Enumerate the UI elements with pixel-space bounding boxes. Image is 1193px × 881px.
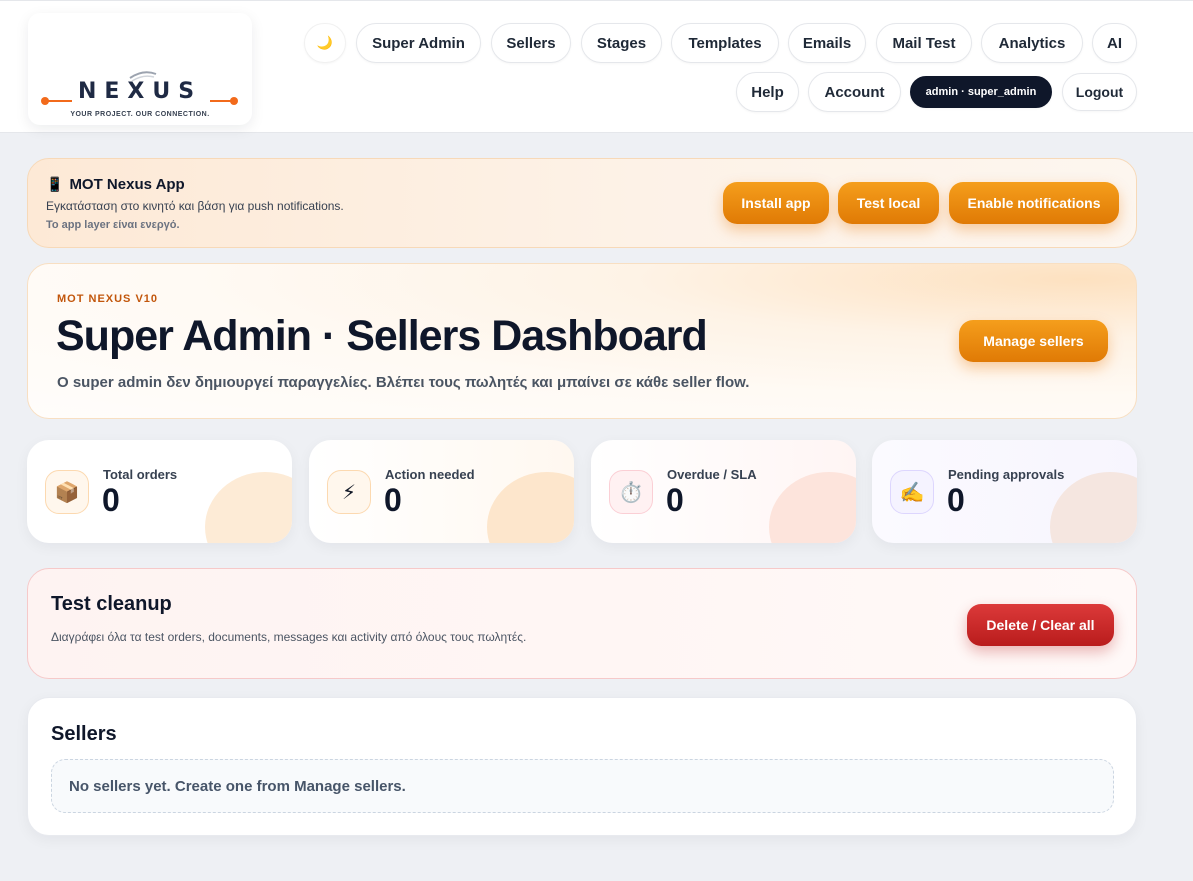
- enable-notifications-button[interactable]: Enable notifications: [949, 182, 1119, 224]
- user-badge: admin · super_admin: [910, 76, 1052, 108]
- stopwatch-icon: ⏱️: [609, 470, 653, 514]
- stat-card-total-orders: 📦 Total orders 0: [27, 440, 292, 543]
- hero-subtitle: Ο super admin δεν δημιουργεί παραγγελίες…: [57, 374, 750, 391]
- stat-decoration: [205, 472, 292, 543]
- stat-card-action-needed: ⚡ Action needed 0: [309, 440, 574, 543]
- app-banner-status: Το app layer είναι ενεργό.: [46, 219, 180, 231]
- stat-value: 0: [384, 482, 402, 518]
- stat-label: Pending approvals: [948, 467, 1065, 482]
- nav-help[interactable]: Help: [736, 72, 799, 112]
- stat-value: 0: [102, 482, 120, 518]
- page-title: Super Admin · Sellers Dashboard: [56, 312, 708, 360]
- top-header: NEXUS YOUR PROJECT. OUR CONNECTION. 🌙 Su…: [0, 0, 1193, 132]
- nav-mail-test[interactable]: Mail Test: [876, 23, 972, 63]
- stat-label: Action needed: [385, 467, 475, 482]
- stat-decoration: [769, 472, 856, 543]
- nav-analytics[interactable]: Analytics: [981, 23, 1083, 63]
- stat-decoration: [1050, 472, 1137, 543]
- stat-label: Total orders: [103, 467, 178, 482]
- nav-emails[interactable]: Emails: [788, 23, 866, 63]
- nav-ai[interactable]: AI: [1092, 23, 1137, 63]
- nav-templates[interactable]: Templates: [671, 23, 779, 63]
- cleanup-description: Διαγράφει όλα τα test orders, documents,…: [51, 630, 527, 644]
- hero-eyebrow: MOT NEXUS V10: [57, 293, 159, 305]
- stat-label: Overdue / SLA: [667, 467, 757, 482]
- phone-icon: 📱: [46, 176, 64, 192]
- dashboard-hero: MOT NEXUS V10 Super Admin · Sellers Dash…: [27, 263, 1137, 419]
- stat-decoration: [487, 472, 574, 543]
- app-install-banner: 📱 MOT Nexus App Εγκατάσταση στο κινητό κ…: [27, 158, 1137, 248]
- stat-card-overdue-sla: ⏱️ Overdue / SLA 0: [591, 440, 856, 543]
- manage-sellers-button[interactable]: Manage sellers: [959, 320, 1108, 362]
- test-cleanup-panel: Test cleanup Διαγράφει όλα τα test order…: [27, 568, 1137, 679]
- logo-tagline: YOUR PROJECT. OUR CONNECTION.: [70, 111, 210, 118]
- logout-button[interactable]: Logout: [1062, 73, 1137, 111]
- sellers-panel: Sellers No sellers yet. Create one from …: [27, 697, 1137, 836]
- app-banner-subtitle: Εγκατάσταση στο κινητό και βάση για push…: [46, 199, 344, 213]
- nav-stages[interactable]: Stages: [581, 23, 662, 63]
- logo-dot-right-icon: [230, 97, 238, 105]
- theme-toggle-button[interactable]: 🌙: [304, 23, 346, 63]
- package-icon: 📦: [45, 470, 89, 514]
- nav-sellers[interactable]: Sellers: [491, 23, 571, 63]
- install-app-button[interactable]: Install app: [723, 182, 829, 224]
- stat-value: 0: [666, 482, 684, 518]
- cleanup-title: Test cleanup: [51, 593, 172, 615]
- sellers-empty-state: No sellers yet. Create one from Manage s…: [51, 759, 1114, 813]
- stat-card-pending-approvals: ✍️ Pending approvals 0: [872, 440, 1137, 543]
- delete-clear-all-button[interactable]: Delete / Clear all: [967, 604, 1114, 646]
- writing-hand-icon: ✍️: [890, 470, 934, 514]
- app-banner-heading: 📱 MOT Nexus App: [46, 176, 185, 193]
- nav-super-admin[interactable]: Super Admin: [356, 23, 481, 63]
- logo-line-right: [210, 100, 232, 102]
- app-banner-title: MOT Nexus App: [69, 176, 185, 193]
- test-local-button[interactable]: Test local: [838, 182, 939, 224]
- stat-value: 0: [947, 482, 965, 518]
- nav-account[interactable]: Account: [808, 72, 901, 112]
- lightning-icon: ⚡: [327, 470, 371, 514]
- brand-logo[interactable]: NEXUS YOUR PROJECT. OUR CONNECTION.: [28, 13, 252, 125]
- sellers-title: Sellers: [51, 723, 117, 745]
- moon-icon: 🌙: [316, 35, 334, 50]
